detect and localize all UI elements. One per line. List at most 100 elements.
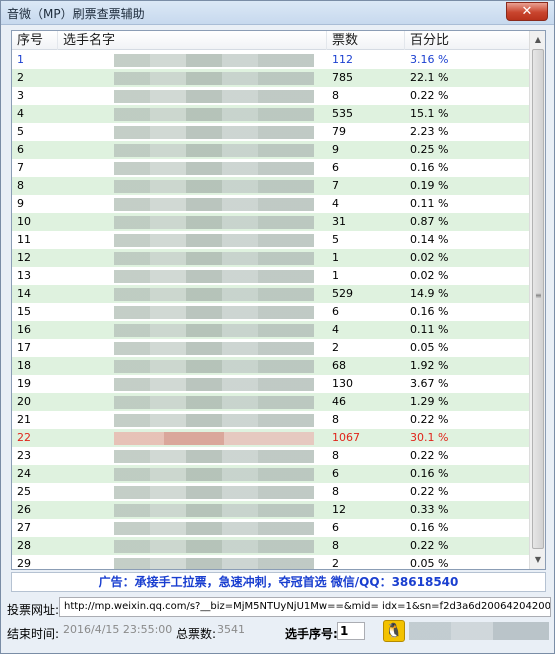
- row-percent: 0.19 %: [410, 179, 449, 192]
- redaction-blur: [114, 108, 314, 121]
- column-header-pct[interactable]: 百分比: [405, 31, 529, 50]
- redaction-blur: [114, 288, 314, 301]
- table-row[interactable]: 3 8 0.22 %: [12, 87, 529, 105]
- contestant-number-input[interactable]: 1: [337, 622, 365, 640]
- table-row[interactable]: 26 12 0.33 %: [12, 501, 529, 519]
- scroll-up-icon[interactable]: ▲: [530, 31, 545, 48]
- scroll-down-icon[interactable]: ▼: [530, 551, 545, 568]
- row-index: 5: [17, 125, 24, 138]
- row-index: 19: [17, 377, 31, 390]
- table-row[interactable]: 25 8 0.22 %: [12, 483, 529, 501]
- row-percent: 0.11 %: [410, 323, 449, 336]
- redaction-blur: [114, 360, 314, 373]
- row-name-redacted: [58, 321, 327, 339]
- window-title: 音微（MP）刷票查票辅助: [7, 7, 145, 21]
- redaction-blur: [114, 414, 314, 427]
- redaction-blur: [114, 252, 314, 265]
- row-votes: 130: [332, 377, 353, 390]
- row-index: 21: [17, 413, 31, 426]
- table-row[interactable]: 8 7 0.19 %: [12, 177, 529, 195]
- table-row[interactable]: 9 4 0.11 %: [12, 195, 529, 213]
- vertical-scrollbar[interactable]: ▲ ≡ ▼: [529, 31, 545, 569]
- table-row[interactable]: 6 9 0.25 %: [12, 141, 529, 159]
- url-input[interactable]: http://mp.weixin.qq.com/s?__biz=MjM5NTUy…: [59, 597, 551, 617]
- table-row[interactable]: 15 6 0.16 %: [12, 303, 529, 321]
- row-index: 11: [17, 233, 31, 246]
- row-votes: 68: [332, 359, 346, 372]
- row-index: 18: [17, 359, 31, 372]
- row-index: 10: [17, 215, 31, 228]
- table-row[interactable]: 29 2 0.05 %: [12, 555, 529, 570]
- row-votes: 2: [332, 341, 339, 354]
- row-index: 16: [17, 323, 31, 336]
- column-header-name[interactable]: 选手名字: [58, 31, 327, 50]
- column-header-idx[interactable]: 序号: [12, 31, 58, 50]
- row-percent: 0.14 %: [410, 233, 449, 246]
- table-row[interactable]: 11 5 0.14 %: [12, 231, 529, 249]
- scroll-thumb[interactable]: ≡: [532, 49, 544, 549]
- table-row[interactable]: 5 79 2.23 %: [12, 123, 529, 141]
- table-row[interactable]: 17 2 0.05 %: [12, 339, 529, 357]
- table-row[interactable]: 2 785 22.1 %: [12, 69, 529, 87]
- row-index: 6: [17, 143, 24, 156]
- table-row[interactable]: 19 130 3.67 %: [12, 375, 529, 393]
- row-percent: 0.22 %: [410, 449, 449, 462]
- row-index: 14: [17, 287, 31, 300]
- row-votes: 2: [332, 557, 339, 570]
- table-row[interactable]: 10 31 0.87 %: [12, 213, 529, 231]
- qq-contact-redacted: [409, 622, 549, 640]
- row-index: 24: [17, 467, 31, 480]
- row-percent: 15.1 %: [410, 107, 449, 120]
- table-row[interactable]: 18 68 1.92 %: [12, 357, 529, 375]
- row-name-redacted: [58, 141, 327, 159]
- row-name-redacted: [58, 195, 327, 213]
- row-name-redacted: [58, 357, 327, 375]
- row-percent: 0.16 %: [410, 521, 449, 534]
- table-row[interactable]: 27 6 0.16 %: [12, 519, 529, 537]
- redaction-blur: [114, 54, 314, 67]
- table-row[interactable]: 28 8 0.22 %: [12, 537, 529, 555]
- row-percent: 0.33 %: [410, 503, 449, 516]
- row-name-redacted: [58, 87, 327, 105]
- row-votes: 6: [332, 305, 339, 318]
- table-row[interactable]: 22 1067 30.1 %: [12, 429, 529, 447]
- row-votes: 8: [332, 449, 339, 462]
- close-button[interactable]: ✕: [506, 2, 548, 21]
- end-time-value: 2016/4/15 23:55:00: [63, 623, 173, 636]
- table-row[interactable]: 16 4 0.11 %: [12, 321, 529, 339]
- row-votes: 6: [332, 161, 339, 174]
- row-percent: 0.11 %: [410, 197, 449, 210]
- table-row[interactable]: 23 8 0.22 %: [12, 447, 529, 465]
- row-percent: 0.22 %: [410, 485, 449, 498]
- redaction-blur: [114, 522, 314, 535]
- row-index: 12: [17, 251, 31, 264]
- table-row[interactable]: 14 529 14.9 %: [12, 285, 529, 303]
- penguin-icon[interactable]: 🐧: [383, 620, 405, 642]
- end-time-label: 结束时间:: [7, 627, 60, 641]
- table-row[interactable]: 21 8 0.22 %: [12, 411, 529, 429]
- row-index: 28: [17, 539, 31, 552]
- table-row[interactable]: 20 46 1.29 %: [12, 393, 529, 411]
- table-row[interactable]: 7 6 0.16 %: [12, 159, 529, 177]
- table-row[interactable]: 4 535 15.1 %: [12, 105, 529, 123]
- redaction-blur: [114, 234, 314, 247]
- row-percent: 0.02 %: [410, 251, 449, 264]
- column-header-votes[interactable]: 票数: [327, 31, 405, 50]
- row-votes: 9: [332, 143, 339, 156]
- row-index: 13: [17, 269, 31, 282]
- row-votes: 6: [332, 467, 339, 480]
- table-row[interactable]: 24 6 0.16 %: [12, 465, 529, 483]
- table-row[interactable]: 12 1 0.02 %: [12, 249, 529, 267]
- row-index: 15: [17, 305, 31, 318]
- row-index: 25: [17, 485, 31, 498]
- row-name-redacted: [58, 51, 327, 69]
- redaction-blur: [114, 558, 314, 569]
- row-percent: 3.67 %: [410, 377, 449, 390]
- row-percent: 22.1 %: [410, 71, 449, 84]
- row-percent: 0.87 %: [410, 215, 449, 228]
- table-row[interactable]: 1 112 3.16 %: [12, 51, 529, 69]
- row-name-redacted: [58, 483, 327, 501]
- row-name-redacted: [58, 69, 327, 87]
- table-row[interactable]: 13 1 0.02 %: [12, 267, 529, 285]
- redaction-blur: [114, 180, 314, 193]
